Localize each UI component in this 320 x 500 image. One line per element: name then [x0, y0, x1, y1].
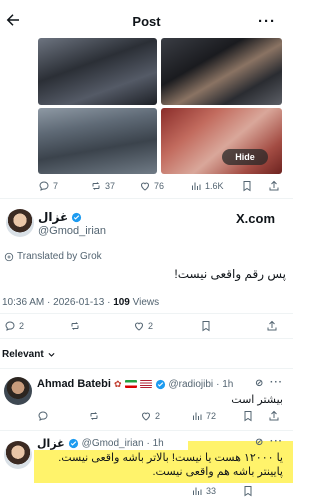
share-icon[interactable] — [266, 320, 278, 332]
views-count: 1.6K — [205, 181, 224, 191]
more-options-icon[interactable]: ··· — [258, 13, 276, 30]
reply-header: Ahmad Batebi ✿ @radiojibi · 1h — [37, 378, 233, 390]
iran-flag-icon — [124, 380, 137, 388]
share-icon[interactable] — [268, 180, 280, 192]
verified-badge-icon — [155, 379, 165, 389]
reply-header: غزال @Gmod_irian · 1h — [37, 437, 164, 450]
avatar[interactable] — [4, 377, 32, 405]
views-button[interactable]: 33 — [191, 485, 216, 497]
verified-badge-icon — [68, 438, 78, 449]
repost-icon[interactable] — [69, 320, 81, 332]
avatar[interactable] — [4, 441, 32, 469]
reply-icon — [39, 181, 49, 191]
divider — [0, 313, 293, 314]
more-options-icon[interactable]: ··· — [270, 377, 283, 388]
bookmark-icon[interactable] — [200, 320, 212, 332]
views-count: 72 — [206, 411, 217, 421]
author-handle[interactable]: @radiojibi — [169, 379, 214, 390]
tweet-text: پس رقم واقعی نیست! — [174, 267, 286, 281]
author-name[interactable]: غزال — [37, 437, 65, 450]
reply-text: بیشتر است — [231, 394, 283, 406]
grok-icon[interactable]: ⊘ — [255, 437, 264, 448]
verified-badge-icon — [72, 212, 82, 222]
repost-count: 37 — [105, 181, 116, 191]
sort-label: Relevant — [2, 349, 44, 360]
author-handle[interactable]: @Gmod_irian — [82, 438, 144, 449]
divider — [0, 198, 293, 199]
like-count: 76 — [154, 181, 165, 191]
reply-button[interactable] — [37, 410, 49, 422]
like-button[interactable]: 76 — [139, 180, 164, 192]
media-image-3[interactable] — [38, 108, 157, 174]
source-label: X.com — [235, 211, 275, 226]
grok-icon[interactable]: ⊘ — [255, 378, 264, 389]
reply-text: یا ۱۲۰۰۰ هست یا نیست! بالاتر باشه واقعی … — [58, 452, 283, 478]
bookmark-icon[interactable] — [241, 180, 253, 192]
media-image-4[interactable] — [161, 108, 282, 174]
like-button[interactable]: 2 — [133, 320, 153, 332]
views-button[interactable]: 1.6K — [190, 180, 224, 192]
views-count: 33 — [206, 486, 217, 496]
us-flag-icon — [139, 380, 152, 388]
bookmark-icon[interactable] — [242, 485, 254, 497]
view-count: 109 — [113, 297, 130, 308]
media-image-2[interactable] — [161, 38, 282, 105]
tweet-metadata: 10:36 AM · 2026-01-13 · 109 Views — [2, 297, 159, 308]
divider — [0, 368, 293, 369]
like-count: 2 — [155, 411, 161, 421]
repost-button[interactable]: 37 — [90, 180, 115, 192]
sort-replies-dropdown[interactable]: Relevant — [2, 349, 56, 360]
rose-emoji-icon: ✿ — [113, 378, 122, 389]
chevron-down-icon — [48, 352, 55, 357]
reply-time: · 1h — [216, 378, 234, 390]
reply-count: 7 — [53, 181, 59, 191]
reply-button[interactable]: 2 — [4, 320, 24, 332]
avatar[interactable] — [6, 209, 34, 237]
page-title: Post — [132, 14, 161, 29]
author-handle[interactable]: @Gmod_irian — [38, 225, 106, 237]
views-chart-icon — [193, 487, 202, 495]
reply-icon — [38, 411, 48, 421]
reply-button[interactable]: 7 — [38, 180, 58, 192]
views-button[interactable]: 72 — [191, 410, 216, 422]
top-bar: Post ··· — [0, 0, 293, 40]
like-count: 2 — [148, 321, 154, 331]
translate-icon — [4, 252, 14, 261]
repost-icon — [92, 182, 100, 190]
hide-media-button[interactable]: Hide — [222, 149, 268, 165]
like-button[interactable]: 2 — [140, 410, 160, 422]
heart-icon — [140, 182, 150, 191]
bookmark-icon[interactable] — [242, 410, 254, 422]
views-chart-icon — [192, 182, 201, 190]
views-label: Views — [132, 297, 160, 308]
reply-time: · 1h — [146, 438, 164, 449]
heart-icon — [134, 322, 144, 331]
author-name[interactable]: غزال — [38, 210, 68, 224]
timestamp[interactable]: 10:36 AM · 2026-01-13 · — [2, 297, 110, 308]
translated-label[interactable]: Translated by Grok — [17, 251, 102, 262]
heart-icon — [141, 412, 151, 421]
views-chart-icon — [193, 412, 202, 420]
divider — [0, 430, 293, 431]
reply-icon — [5, 321, 15, 331]
translation-notice: Translated by Grok — [4, 251, 102, 262]
more-options-icon[interactable]: ··· — [270, 436, 283, 447]
repost-icon[interactable] — [88, 410, 100, 422]
author-name[interactable]: Ahmad Batebi — [37, 378, 111, 390]
divider — [0, 338, 293, 339]
media-image-1[interactable] — [38, 38, 157, 105]
reply-count: 2 — [19, 321, 25, 331]
share-icon[interactable] — [268, 410, 280, 422]
